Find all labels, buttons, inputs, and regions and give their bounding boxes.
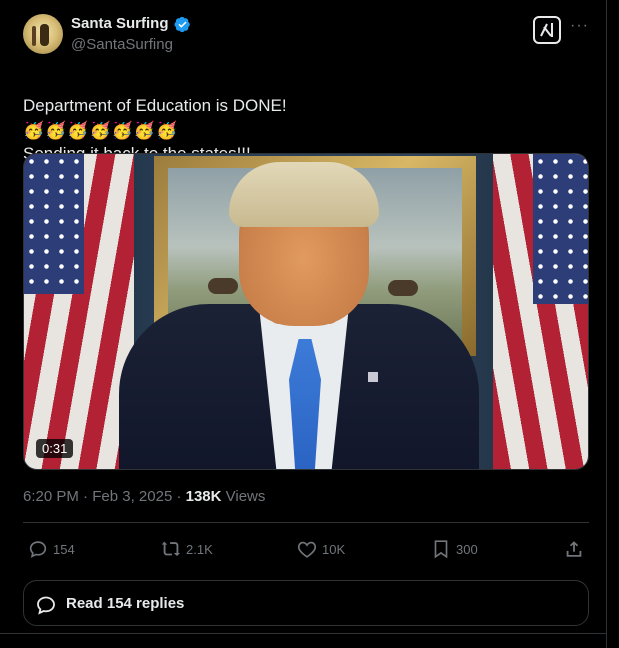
read-replies-button[interactable]: Read 154 replies bbox=[23, 580, 589, 626]
tweet-time[interactable]: 6:20 PM bbox=[23, 488, 79, 505]
meta-separator: · bbox=[78, 488, 93, 505]
repost-button[interactable]: 2.1K bbox=[160, 537, 213, 561]
repost-count: 2.1K bbox=[186, 541, 213, 557]
tweet-meta: 6:20 PM · Feb 3, 2025 · 138K Views bbox=[23, 488, 265, 505]
avatar-figure bbox=[40, 24, 49, 46]
avatar[interactable] bbox=[23, 14, 63, 54]
tweet-date[interactable]: Feb 3, 2025 bbox=[92, 488, 172, 505]
heart-icon bbox=[297, 541, 317, 558]
share-icon bbox=[566, 541, 582, 557]
avatar-surfboard bbox=[32, 26, 36, 46]
views-label: Views bbox=[221, 488, 266, 505]
reply-count: 154 bbox=[53, 541, 75, 557]
views-count: 138K bbox=[185, 488, 222, 505]
author-name[interactable]: Santa Surfing bbox=[71, 15, 169, 32]
divider bbox=[23, 522, 589, 523]
video-flag-pin bbox=[368, 372, 378, 382]
video-flag-left bbox=[24, 154, 134, 469]
reply-icon bbox=[37, 596, 55, 615]
bookmark-button[interactable]: 300 bbox=[430, 537, 478, 561]
author-handle[interactable]: @SantaSurfing bbox=[71, 36, 173, 53]
painting-horse bbox=[208, 278, 238, 294]
like-count: 10K bbox=[322, 541, 346, 557]
meta-separator: · bbox=[172, 488, 186, 505]
repost-icon bbox=[161, 541, 181, 556]
divider bbox=[0, 633, 607, 634]
reply-button[interactable]: 154 bbox=[27, 537, 75, 561]
video-player[interactable]: 0:31 bbox=[23, 153, 589, 470]
tweet-emojis: 🥳🥳🥳🥳🥳🥳🥳 bbox=[23, 121, 179, 140]
painting-horse bbox=[388, 280, 418, 296]
video-hair bbox=[229, 162, 379, 227]
read-replies-label: Read 154 replies bbox=[66, 595, 185, 612]
reply-icon bbox=[29, 541, 47, 558]
more-options-icon[interactable]: ··· bbox=[570, 18, 588, 38]
bookmark-count: 300 bbox=[456, 541, 478, 557]
tweet-text-line-1: Department of Education is DONE! bbox=[23, 96, 287, 115]
share-button[interactable] bbox=[563, 537, 585, 561]
bookmark-icon bbox=[434, 540, 448, 559]
like-button[interactable]: 10K bbox=[296, 537, 345, 561]
video-duration: 0:31 bbox=[36, 439, 74, 458]
video-flag-right bbox=[493, 154, 588, 469]
grok-icon[interactable] bbox=[533, 16, 561, 44]
verified-badge-icon bbox=[174, 16, 190, 33]
